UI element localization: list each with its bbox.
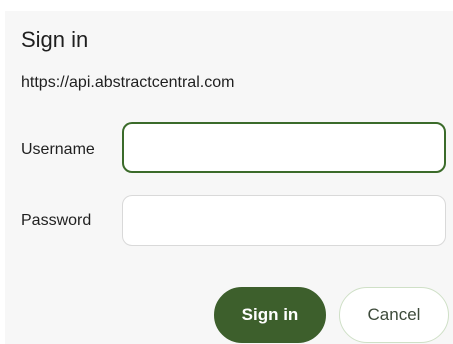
- dialog-title: Sign in: [21, 27, 89, 52]
- cancel-button[interactable]: Cancel: [339, 287, 449, 343]
- sign-in-dialog: Sign in https://api.abstractcentral.com …: [5, 11, 453, 344]
- password-label: Password: [21, 212, 92, 229]
- username-input[interactable]: [122, 122, 446, 173]
- sign-in-button[interactable]: Sign in: [214, 287, 326, 343]
- username-label: Username: [21, 141, 95, 158]
- password-input[interactable]: [122, 195, 446, 246]
- site-origin: https://api.abstractcentral.com: [21, 74, 235, 91]
